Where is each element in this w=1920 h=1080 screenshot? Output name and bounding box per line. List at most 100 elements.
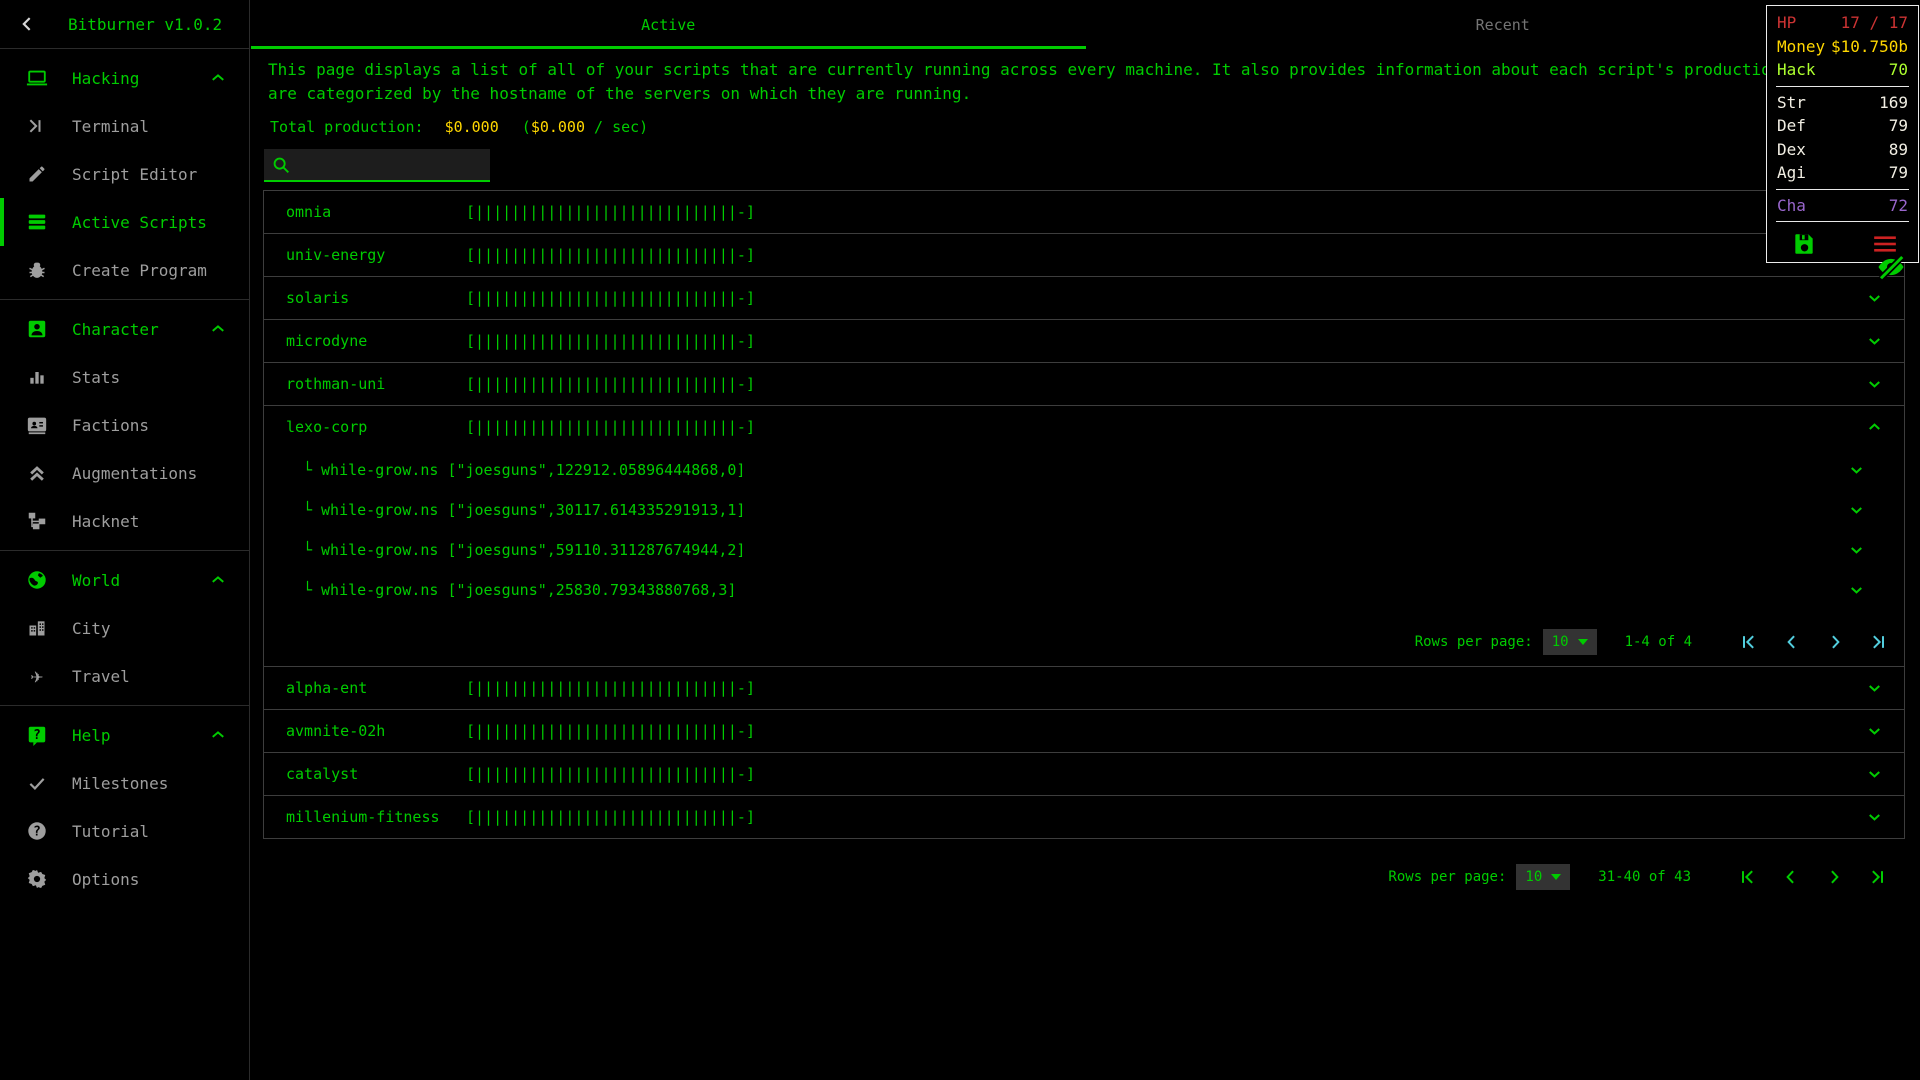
agi-stat-row: Agi 79 bbox=[1767, 161, 1918, 185]
next-page-button[interactable] bbox=[1822, 865, 1846, 889]
sidebar-item-hacknet[interactable]: Hacknet bbox=[0, 497, 249, 545]
sidebar-item-augmentations[interactable]: Augmentations bbox=[0, 449, 249, 497]
search-field[interactable] bbox=[264, 149, 490, 182]
sidebar-item-stats[interactable]: Stats bbox=[0, 353, 249, 401]
app-title: Bitburner v1.0.2 bbox=[68, 14, 223, 34]
total-production: Total production: $0.000 ($0.000 / sec) bbox=[270, 118, 1920, 136]
chevron-right-icon bbox=[1824, 867, 1844, 887]
caret-down-icon bbox=[1577, 639, 1588, 645]
svg-text:?: ? bbox=[33, 825, 41, 840]
pencil-icon bbox=[25, 162, 49, 186]
next-page-button[interactable] bbox=[1823, 630, 1847, 654]
search-input[interactable] bbox=[300, 155, 482, 174]
sidebar-item-label: Augmentations bbox=[72, 463, 198, 483]
expand-script-button[interactable] bbox=[1847, 461, 1866, 480]
laptop-icon bbox=[25, 66, 49, 90]
scripts-pagination: Rows per page: 10 1-4 of 4 bbox=[264, 618, 1904, 666]
sidebar-header-hacking[interactable]: Hacking bbox=[0, 54, 249, 102]
server-row-catalyst[interactable]: catalyst [|||||||||||||||||||||||||||||-… bbox=[264, 753, 1904, 795]
stat-value: 72 bbox=[1888, 195, 1908, 215]
money-stat-row: Money $10.750b bbox=[1767, 35, 1918, 59]
first-page-icon bbox=[1739, 632, 1759, 652]
tab-active[interactable]: Active bbox=[251, 0, 1086, 49]
double-chevron-up-icon bbox=[25, 461, 49, 485]
script-row[interactable]: └ while-grow.ns ["joesguns",59110.311287… bbox=[264, 530, 1904, 570]
script-row[interactable]: └ while-grow.ns ["joesguns",25830.793438… bbox=[264, 570, 1904, 610]
rows-per-page-select[interactable]: 10 bbox=[1516, 864, 1571, 890]
def-stat-row: Def 79 bbox=[1767, 114, 1918, 138]
previous-page-button[interactable] bbox=[1780, 630, 1804, 654]
server-row-alpha-ent[interactable]: alpha-ent [|||||||||||||||||||||||||||||… bbox=[264, 667, 1904, 709]
sidebar-group-hacking: Hacking Terminal Script Editor Active Sc… bbox=[0, 49, 249, 299]
scripts-tabs: Active Recent bbox=[251, 0, 1920, 49]
stat-value: 79 bbox=[1888, 163, 1908, 182]
sidebar-item-create-program[interactable]: Create Program bbox=[0, 246, 249, 294]
rows-per-page-select[interactable]: 10 bbox=[1542, 629, 1597, 655]
sidebar-item-terminal[interactable]: Terminal bbox=[0, 102, 249, 150]
chevron-down-icon bbox=[1865, 679, 1884, 698]
description-line2: are categorized by the hostname of the s… bbox=[268, 84, 972, 103]
expand-script-button[interactable] bbox=[1847, 501, 1866, 520]
sidebar-item-tutorial[interactable]: ? Tutorial bbox=[0, 807, 249, 855]
server-row-rothman-uni[interactable]: rothman-uni [|||||||||||||||||||||||||||… bbox=[264, 363, 1904, 405]
sidebar-item-factions[interactable]: Factions bbox=[0, 401, 249, 449]
sidebar-header-character[interactable]: Character bbox=[0, 305, 249, 353]
expand-server-button[interactable] bbox=[1865, 808, 1884, 827]
collapse-sidebar-button[interactable] bbox=[16, 12, 40, 36]
expand-server-button[interactable] bbox=[1865, 722, 1884, 741]
sidebar-item-travel[interactable]: ✈ Travel bbox=[0, 652, 249, 700]
cha-stat-row: Cha 72 bbox=[1767, 194, 1918, 218]
expand-server-button[interactable] bbox=[1865, 375, 1884, 394]
server-row-avmnite-02h[interactable]: avmnite-02h [|||||||||||||||||||||||||||… bbox=[264, 710, 1904, 752]
server-ram-bar: [|||||||||||||||||||||||||||||-] bbox=[466, 289, 755, 307]
sidebar-item-city[interactable]: City bbox=[0, 604, 249, 652]
sidebar-item-milestones[interactable]: Milestones bbox=[0, 759, 249, 807]
sidebar-item-options[interactable]: Options bbox=[0, 855, 249, 903]
server-row-omnia[interactable]: omnia [|||||||||||||||||||||||||||||-] bbox=[264, 191, 1904, 233]
hack-stat-row: Hack 70 bbox=[1767, 58, 1918, 82]
server-row-microdyne[interactable]: microdyne [|||||||||||||||||||||||||||||… bbox=[264, 320, 1904, 362]
chevron-up-icon bbox=[1865, 418, 1884, 437]
globe-icon bbox=[25, 568, 49, 592]
chevron-down-icon bbox=[1847, 461, 1866, 480]
sidebar-item-script-editor[interactable]: Script Editor bbox=[0, 150, 249, 198]
server-row-millenium-fitness[interactable]: millenium-fitness [|||||||||||||||||||||… bbox=[264, 796, 1904, 838]
expand-server-button[interactable] bbox=[1865, 332, 1884, 351]
server-accordion: solaris [|||||||||||||||||||||||||||||-] bbox=[263, 276, 1905, 320]
script-name: while-grow.ns bbox=[321, 541, 439, 559]
sidebar-header-world[interactable]: World bbox=[0, 556, 249, 604]
expand-server-button[interactable] bbox=[1865, 289, 1884, 308]
active-scripts-page: Active Recent This page displays a list … bbox=[251, 0, 1920, 1080]
last-page-button[interactable] bbox=[1865, 865, 1889, 889]
chevron-down-icon bbox=[1865, 765, 1884, 784]
question-circle-icon: ? bbox=[25, 819, 49, 843]
server-row-univ-energy[interactable]: univ-energy [|||||||||||||||||||||||||||… bbox=[264, 234, 1904, 276]
sidebar-item-active-scripts[interactable]: Active Scripts bbox=[0, 198, 249, 246]
character-stats-overlay: HP 17 / 17 Money $10.750b Hack 70 Str 16… bbox=[1766, 5, 1919, 263]
first-page-button[interactable] bbox=[1737, 630, 1761, 654]
expand-server-button[interactable] bbox=[1865, 679, 1884, 698]
first-page-button[interactable] bbox=[1736, 865, 1760, 889]
server-row-lexo-corp[interactable]: lexo-corp [|||||||||||||||||||||||||||||… bbox=[264, 406, 1904, 448]
expand-server-button[interactable] bbox=[1865, 765, 1884, 784]
sidebar-group-label: World bbox=[72, 570, 121, 590]
script-row[interactable]: └ while-grow.ns ["joesguns",30117.614335… bbox=[264, 490, 1904, 530]
server-row-solaris[interactable]: solaris [|||||||||||||||||||||||||||||-] bbox=[264, 277, 1904, 319]
airplane-icon: ✈ bbox=[30, 663, 44, 688]
collapse-server-button[interactable] bbox=[1865, 418, 1884, 437]
chevron-down-icon bbox=[1847, 541, 1866, 560]
server-ram-bar: [|||||||||||||||||||||||||||||-] bbox=[466, 246, 755, 264]
chevron-down-icon bbox=[1865, 375, 1884, 394]
last-page-button[interactable] bbox=[1866, 630, 1890, 654]
chevron-left-icon bbox=[1781, 867, 1801, 887]
sidebar-header-help[interactable]: ? Help bbox=[0, 711, 249, 759]
script-row[interactable]: └ while-grow.ns ["joesguns",122912.05896… bbox=[264, 450, 1904, 490]
expand-script-button[interactable] bbox=[1847, 541, 1866, 560]
save-game-button[interactable] bbox=[1791, 231, 1817, 257]
previous-page-button[interactable] bbox=[1779, 865, 1803, 889]
expand-script-button[interactable] bbox=[1847, 581, 1866, 600]
toggle-overlay-visibility-button[interactable] bbox=[1876, 252, 1906, 282]
stat-label: Hack bbox=[1777, 60, 1816, 79]
overlay-divider bbox=[1776, 188, 1909, 190]
stat-value: 17 / 17 bbox=[1840, 13, 1908, 32]
